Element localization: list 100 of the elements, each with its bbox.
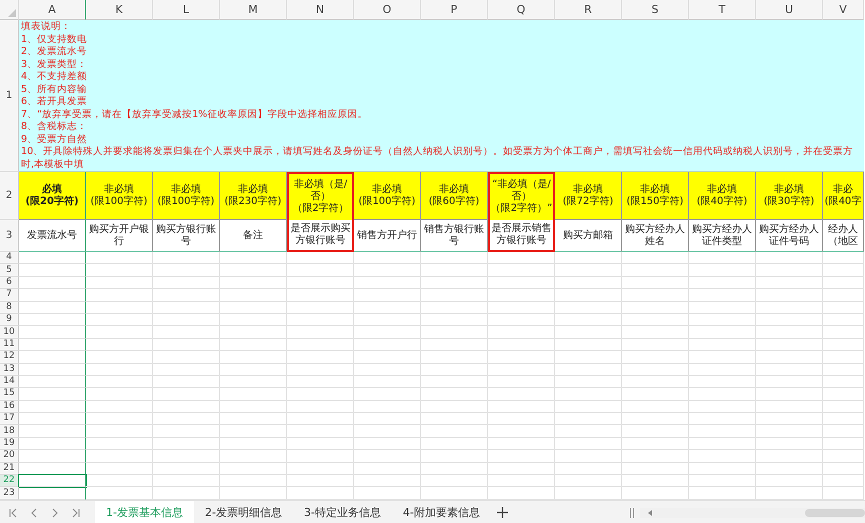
column-header[interactable]: P: [421, 0, 488, 20]
note-text: 2、发票流水号: [21, 46, 88, 58]
column-header[interactable]: O: [354, 0, 421, 20]
scroll-left-icon[interactable]: [648, 510, 652, 516]
column-header[interactable]: L: [153, 0, 220, 20]
table-cell[interactable]: [19, 351, 86, 364]
table-cell[interactable]: [19, 289, 86, 302]
column-header[interactable]: N: [287, 0, 354, 20]
row-header[interactable]: 13: [0, 364, 19, 376]
add-sheet-icon[interactable]: [496, 507, 508, 518]
row-header[interactable]: 3: [0, 220, 19, 252]
table-cell: 非必填（是/ 否） （限2字符）: [287, 172, 354, 220]
table-cell: 发票流水号: [19, 220, 86, 252]
table-cell[interactable]: [19, 438, 86, 450]
row-header[interactable]: 11: [0, 338, 19, 352]
table-cell: 销售方银行账 号: [421, 220, 488, 252]
sheet-tab[interactable]: 2-发票明细信息: [194, 500, 293, 523]
row-header[interactable]: 23: [0, 487, 19, 500]
table-cell: 购买方经办人 证件号码: [756, 220, 823, 252]
table-cell[interactable]: [19, 425, 86, 438]
column-header[interactable]: Q: [488, 0, 555, 20]
column-header[interactable]: T: [689, 0, 756, 20]
table-cell[interactable]: [19, 276, 86, 290]
row-header[interactable]: 14: [0, 376, 19, 388]
column-header[interactable]: A: [19, 0, 86, 20]
table-cell: 非必填 (限40字符): [689, 172, 756, 220]
first-sheet-icon[interactable]: [8, 508, 18, 518]
note-text: 6、若开具发票: [21, 96, 88, 108]
column-header[interactable]: R: [555, 0, 622, 20]
table-cell[interactable]: [19, 413, 86, 426]
row-header[interactable]: 20: [0, 450, 19, 463]
table-cell: 非必填 (限150字符): [622, 172, 689, 220]
previous-sheet-icon[interactable]: [29, 508, 39, 518]
table-cell: 经办人 （地区: [823, 220, 864, 252]
select-all-icon[interactable]: [8, 9, 16, 17]
table-cell[interactable]: [19, 376, 86, 388]
table-cell: 是否展示购买 方银行账号: [287, 220, 354, 252]
column-header[interactable]: U: [756, 0, 823, 20]
column-header[interactable]: M: [220, 0, 287, 20]
row-header[interactable]: 4: [0, 252, 19, 264]
table-cell[interactable]: [19, 400, 86, 414]
row-header[interactable]: 19: [0, 438, 19, 450]
row-header[interactable]: 12: [0, 351, 19, 364]
row-header[interactable]: 7: [0, 289, 19, 302]
note-text: 3、发票类型：: [21, 58, 88, 71]
row-header[interactable]: 1: [0, 20, 19, 172]
table-cell[interactable]: [19, 302, 86, 314]
table-cell: 备注: [220, 220, 287, 252]
row-header[interactable]: 16: [0, 400, 19, 414]
row-header[interactable]: 21: [0, 462, 19, 476]
table-cell: 非必填 (限30字符): [756, 172, 823, 220]
sheet-tab[interactable]: 4-附加要素信息: [392, 500, 491, 523]
notes-title: 填表说明：: [21, 21, 71, 34]
note-text: 时,本模板中填: [21, 158, 84, 171]
table-cell[interactable]: [19, 338, 86, 352]
table-cell[interactable]: [19, 314, 86, 326]
note-text: 9、受票方自然: [21, 134, 88, 146]
row-header[interactable]: 6: [0, 276, 19, 290]
table-cell: 非必 (限40字: [823, 172, 864, 220]
table-cell: 必填 (限20字符): [19, 172, 86, 220]
row-header[interactable]: 9: [0, 314, 19, 326]
splitter-icon[interactable]: [630, 508, 634, 518]
row-header[interactable]: 17: [0, 413, 19, 426]
next-sheet-icon[interactable]: [50, 508, 60, 518]
row-header[interactable]: 8: [0, 302, 19, 314]
row-header[interactable]: 18: [0, 425, 19, 438]
note-text: 1、仅支持数电: [21, 34, 88, 46]
sheet-tab[interactable]: 3-特定业务信息: [292, 500, 392, 523]
table-cell: 购买方经办人 证件类型: [689, 220, 756, 252]
column-header[interactable]: K: [86, 0, 153, 20]
table-cell: 购买方银行账 号: [153, 220, 220, 252]
last-sheet-icon[interactable]: [71, 508, 81, 518]
table-cell: 购买方邮箱: [555, 220, 622, 252]
table-cell[interactable]: [19, 252, 86, 264]
row-header[interactable]: 15: [0, 388, 19, 401]
table-cell: 非必填 (限100字符): [153, 172, 220, 220]
column-header[interactable]: V: [823, 0, 864, 20]
table-cell[interactable]: [19, 475, 86, 488]
table-cell: 非必填 (限72字符): [555, 172, 622, 220]
column-header[interactable]: S: [622, 0, 689, 20]
table-cell: 非必填 (限60字符): [421, 172, 488, 220]
table-cell[interactable]: [19, 264, 86, 277]
table-cell: 是否展示销售 方银行账号: [488, 220, 555, 252]
row-header[interactable]: 5: [0, 264, 19, 277]
scrollbar-thumb[interactable]: [805, 508, 865, 517]
table-cell: 购买方开户银 行: [86, 220, 153, 252]
note-text: 8、含税标志：: [21, 121, 88, 134]
table-cell: 非必填 (限100字符): [86, 172, 153, 220]
table-cell[interactable]: [19, 388, 86, 401]
table-cell[interactable]: [19, 364, 86, 376]
sheet-tab[interactable]: 1-发票基本信息: [95, 500, 194, 523]
table-cell[interactable]: [19, 450, 86, 463]
table-cell: “非必填（是/ 否） （限2字符）”: [488, 172, 555, 220]
row-header[interactable]: 10: [0, 326, 19, 339]
note-text: 7、“放弃享受票，请在【放弃享受减按1%征收率原因】字段中选择相应原因。: [21, 108, 368, 121]
table-cell: 非必填 (限230字符): [220, 172, 287, 220]
note-text: 4、不支持差额: [21, 71, 88, 84]
table-cell[interactable]: [19, 326, 86, 339]
row-header[interactable]: 2: [0, 172, 19, 220]
table-cell: 销售方开户行: [354, 220, 421, 252]
